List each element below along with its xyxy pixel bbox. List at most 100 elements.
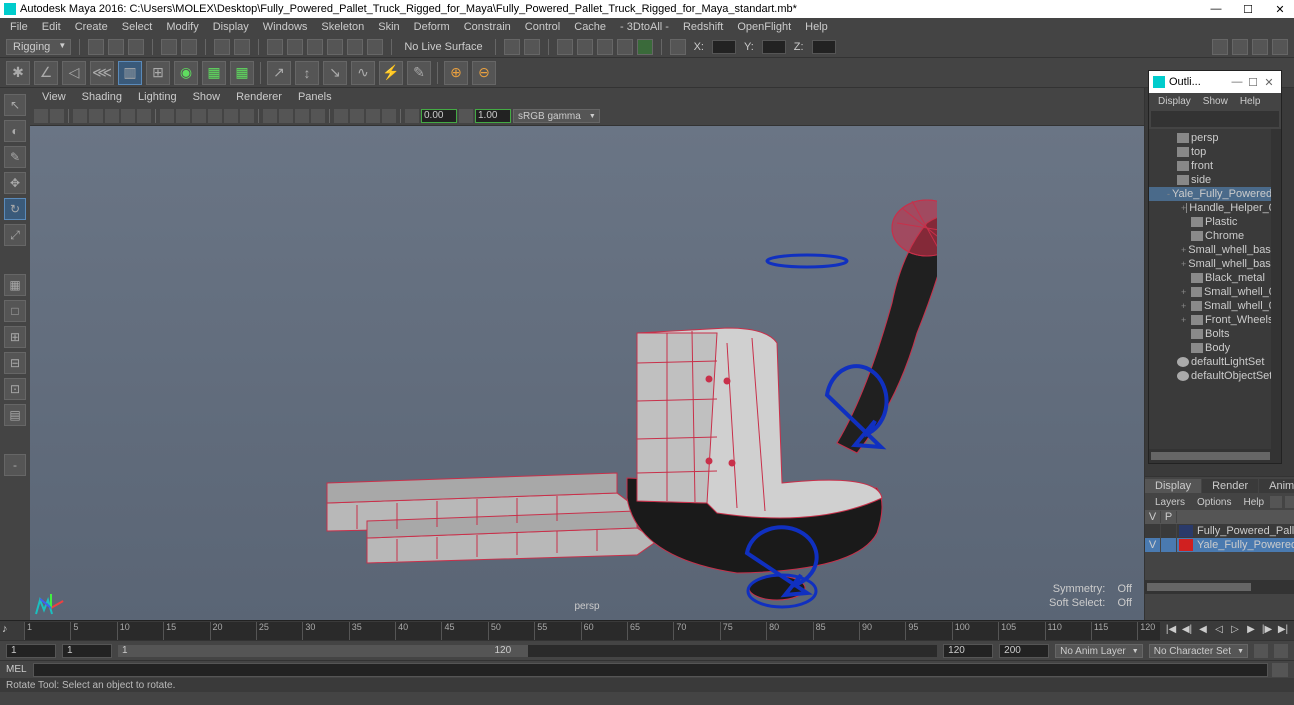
- grid-icon[interactable]: [160, 109, 174, 123]
- outliner-item[interactable]: -Yale_Fully_Powered_Pall...: [1149, 187, 1281, 201]
- hypershade-icon[interactable]: [637, 39, 653, 55]
- outliner-item[interactable]: defaultObjectSet: [1149, 369, 1281, 383]
- panel-menu-view[interactable]: View: [34, 90, 74, 104]
- exposure-icon[interactable]: [405, 109, 419, 123]
- shelf-constraint2-icon[interactable]: ⊖: [472, 61, 496, 85]
- outliner-item[interactable]: +Small_whell_02: [1149, 285, 1281, 299]
- outliner-item[interactable]: +Handle_Helper_01: [1149, 201, 1281, 215]
- last-tool[interactable]: ▦: [4, 274, 26, 296]
- outliner-search[interactable]: [1151, 111, 1279, 127]
- shelf-detach-icon[interactable]: ↘: [323, 61, 347, 85]
- file-new-icon[interactable]: [88, 39, 104, 55]
- outliner-item[interactable]: +Small_whell_base_0...: [1149, 243, 1281, 257]
- outliner-item[interactable]: side: [1149, 173, 1281, 187]
- range-start-inner[interactable]: [62, 644, 112, 658]
- module-selector[interactable]: Rigging: [6, 39, 71, 55]
- layout-single-icon[interactable]: □: [4, 300, 26, 322]
- outliner-item[interactable]: persp: [1149, 131, 1281, 145]
- snap-point-icon[interactable]: [307, 39, 323, 55]
- colorspace-dropdown[interactable]: sRGB gamma: [513, 109, 600, 123]
- xray-icon[interactable]: [279, 109, 293, 123]
- menu-openflight[interactable]: OpenFlight: [731, 20, 797, 34]
- bookmark-icon[interactable]: [50, 109, 64, 123]
- gamma-field[interactable]: [475, 109, 511, 123]
- layout-two-v-icon[interactable]: ⊡: [4, 378, 26, 400]
- range-end-inner[interactable]: [943, 644, 993, 658]
- lasso-icon[interactable]: [234, 39, 250, 55]
- play-back-button[interactable]: ◁: [1212, 624, 1226, 638]
- layers-menu-help[interactable]: Help: [1237, 497, 1270, 508]
- shelf-paint-icon[interactable]: ↗: [267, 61, 291, 85]
- shelf-pose-icon[interactable]: ✎: [407, 61, 431, 85]
- layer-row[interactable]: Fully_Powered_Pallet_...: [1145, 524, 1294, 538]
- render-icon[interactable]: [557, 39, 573, 55]
- cmd-lang-label[interactable]: MEL: [6, 664, 27, 675]
- select-icon[interactable]: [214, 39, 230, 55]
- layout-four-icon[interactable]: ⊞: [4, 326, 26, 348]
- isolate-icon[interactable]: [263, 109, 277, 123]
- shelf-joint-icon[interactable]: ✱: [6, 61, 30, 85]
- outliner-item[interactable]: Chrome: [1149, 229, 1281, 243]
- tab-render[interactable]: Render: [1202, 479, 1258, 493]
- snap-grid-icon[interactable]: [267, 39, 283, 55]
- collapse-tool[interactable]: -: [4, 454, 26, 476]
- autokey-icon[interactable]: [1254, 644, 1268, 658]
- exposure-field[interactable]: [421, 109, 457, 123]
- snap-curve-icon[interactable]: [287, 39, 303, 55]
- next-frame-button[interactable]: ▶: [1244, 624, 1258, 638]
- outliner-item[interactable]: front: [1149, 159, 1281, 173]
- redo-icon[interactable]: [181, 39, 197, 55]
- safe-title-icon[interactable]: [137, 109, 151, 123]
- panel-menu-lighting[interactable]: Lighting: [130, 90, 185, 104]
- file-save-icon[interactable]: [128, 39, 144, 55]
- scale-tool[interactable]: ⤢: [4, 224, 26, 246]
- outliner-tree[interactable]: persptopfrontside-Yale_Fully_Powered_Pal…: [1149, 129, 1281, 449]
- outliner-item[interactable]: Bolts: [1149, 327, 1281, 341]
- motion-blur-icon[interactable]: [350, 109, 364, 123]
- textured-icon[interactable]: [208, 109, 222, 123]
- menu-help[interactable]: Help: [799, 20, 834, 34]
- range-start-outer[interactable]: [6, 644, 56, 658]
- transform-icon[interactable]: [670, 39, 686, 55]
- outliner-window[interactable]: Outli... — ☐ ✕ DisplayShowHelp persptopf…: [1148, 70, 1282, 464]
- xray-joints-icon[interactable]: [295, 109, 309, 123]
- outliner-minimize-button[interactable]: —: [1229, 76, 1245, 88]
- outliner-item[interactable]: Black_metal: [1149, 271, 1281, 285]
- shelf-rigid-icon[interactable]: ⚡: [379, 61, 403, 85]
- shelf-skin-icon[interactable]: ▥: [118, 61, 142, 85]
- menu-constrain[interactable]: Constrain: [458, 20, 517, 34]
- shelf-handle-icon[interactable]: ⋘: [90, 61, 114, 85]
- shelf-blend-icon[interactable]: ▦: [230, 61, 254, 85]
- layout-2-icon[interactable]: [1232, 39, 1248, 55]
- render-view-icon[interactable]: [617, 39, 633, 55]
- snap-live-icon[interactable]: [367, 39, 383, 55]
- paint-tool[interactable]: ✎: [4, 146, 26, 168]
- render-settings-icon[interactable]: [597, 39, 613, 55]
- menu-windows[interactable]: Windows: [257, 20, 314, 34]
- snap-plane-icon[interactable]: [327, 39, 343, 55]
- prefs-icon[interactable]: [1274, 644, 1288, 658]
- tab-display[interactable]: Display: [1145, 479, 1201, 493]
- outliner-item[interactable]: +Small_whell_base_0...: [1149, 257, 1281, 271]
- menu--3dtoall-[interactable]: - 3DtoAll -: [614, 20, 675, 34]
- menu-file[interactable]: File: [4, 20, 34, 34]
- menu-display[interactable]: Display: [207, 20, 255, 34]
- script-editor-icon[interactable]: [1272, 663, 1288, 677]
- timeline-sound-icon[interactable]: ♪: [2, 623, 18, 639]
- menu-skin[interactable]: Skin: [372, 20, 405, 34]
- tab-anim[interactable]: Anim: [1259, 479, 1294, 493]
- undo-icon[interactable]: [161, 39, 177, 55]
- panel-menu-renderer[interactable]: Renderer: [228, 90, 290, 104]
- gate-icon[interactable]: [89, 109, 103, 123]
- construction-icon[interactable]: [524, 39, 540, 55]
- shadows-icon[interactable]: [240, 109, 254, 123]
- command-input[interactable]: [33, 663, 1268, 677]
- close-button[interactable]: ✕: [1270, 3, 1290, 16]
- lasso-tool[interactable]: ◐: [4, 120, 26, 142]
- z-field[interactable]: [812, 40, 836, 54]
- layers-menu-layers[interactable]: Layers: [1149, 497, 1191, 508]
- outliner-item[interactable]: +Front_Wheels: [1149, 313, 1281, 327]
- safe-action-icon[interactable]: [121, 109, 135, 123]
- outliner-title-bar[interactable]: Outli... — ☐ ✕: [1149, 71, 1281, 93]
- file-open-icon[interactable]: [108, 39, 124, 55]
